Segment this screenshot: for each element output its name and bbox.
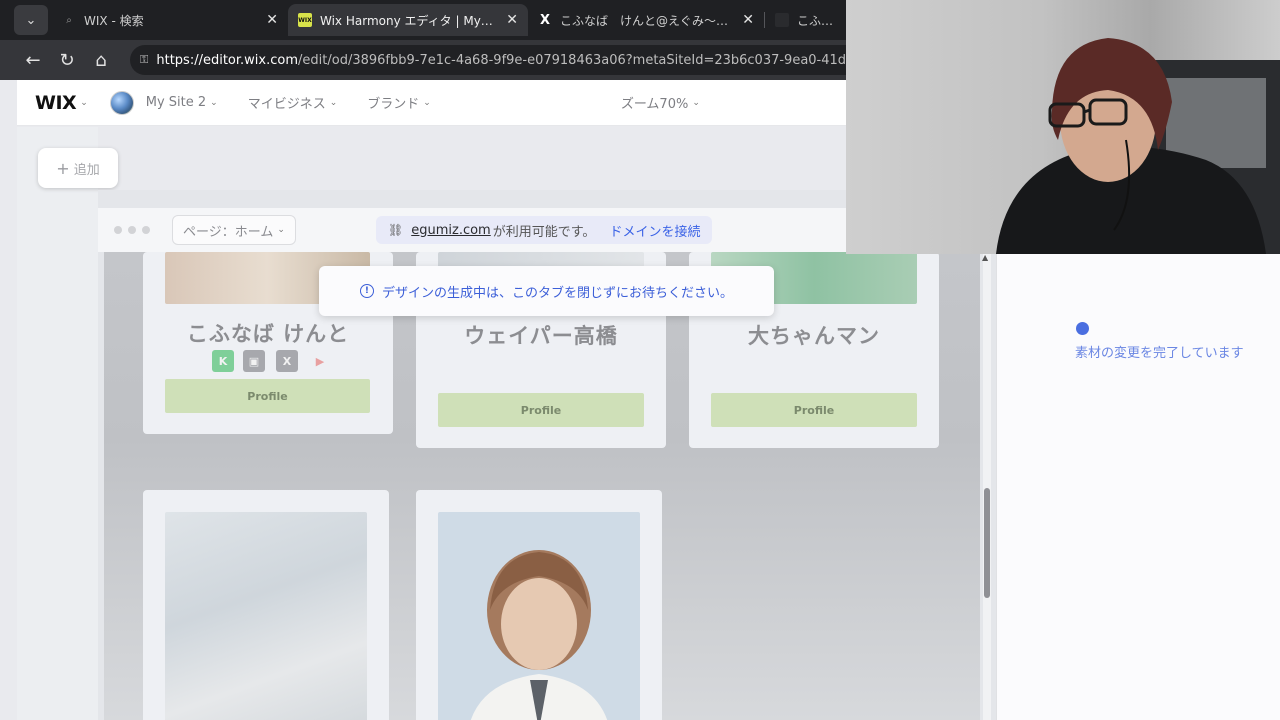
wix-logo[interactable]: WIX — [35, 92, 77, 114]
reload-icon[interactable]: ↻ — [50, 50, 84, 71]
tab-title: WIX - 検索 — [84, 13, 144, 28]
chevron-down-icon: ⌄ — [210, 97, 218, 108]
toast-message: デザインの生成中は、このタブを閉じずにお待ちください。 — [381, 285, 733, 301]
webcam-overlay — [846, 0, 1280, 254]
domain-name[interactable]: egumiz.com — [411, 223, 491, 238]
site-avatar[interactable] — [109, 90, 134, 115]
plus-icon: + — [56, 158, 70, 178]
page-selector[interactable]: ページ：ホーム ⌄ — [172, 215, 296, 245]
window-dots — [114, 226, 150, 234]
link-icon: ⛓ — [388, 223, 404, 237]
site-name-label: My Site 2 — [145, 95, 207, 110]
url-host: https://editor.wix.com — [156, 52, 299, 68]
tab-wix-editor[interactable]: WIX Wix Harmony エディタ | My Site 2 ✕ — [288, 4, 528, 36]
url-path: /edit/od/3896fbb9-7e1c-4a68-9f9e-e079184… — [298, 52, 846, 68]
tab-title: こふなば けんと@えぐみ〜ず（@kofu — [560, 13, 732, 28]
site-preview: こふなば けんと K ▣ X ▶ Profile ウェイパー高橋 Profile… — [104, 252, 980, 720]
scrollbar-thumb[interactable] — [984, 488, 990, 598]
my-business-menu[interactable]: マイビジネス ⌄ — [248, 93, 338, 112]
tab-kofunaba[interactable]: こふなば — [765, 4, 845, 36]
tab-search-menu-button[interactable]: ⌄ — [14, 5, 48, 35]
profile-name: 大ちゃんマン — [748, 324, 880, 348]
portrait-illustration — [470, 550, 608, 720]
generation-toast: ! デザインの生成中は、このタブを閉じずにお待ちください。 — [319, 266, 774, 316]
x-icon: X — [539, 12, 551, 28]
browser-address-bar: ← ↻ ⌂ ⚿ https://editor.wix.com/edit/od/3… — [0, 40, 846, 80]
profile-photo — [438, 512, 640, 720]
chevron-down-icon: ⌄ — [692, 97, 700, 108]
close-icon[interactable]: ✕ — [506, 12, 518, 28]
profile-card — [416, 490, 662, 720]
site-name-menu[interactable]: My Site 2 ⌄ — [146, 95, 218, 110]
profile-card — [143, 490, 389, 720]
page-icon — [775, 13, 789, 27]
profile-name: こふなば けんと — [186, 322, 350, 346]
browser-tab-bar: ⌄ ⌕ WIX - 検索 ✕ WIX Wix Harmony エディタ | My… — [0, 0, 846, 40]
domain-available-text: が利用可能です。 — [492, 224, 596, 240]
domain-banner: ⛓ egumiz.com が利用可能です。 ドメインを接続 — [376, 216, 713, 244]
profile-photo — [165, 512, 367, 720]
url-field[interactable]: ⚿ https://editor.wix.com/edit/od/3896fbb… — [130, 45, 846, 75]
status-message: 素材の変更を完了しています — [1075, 346, 1244, 361]
home-icon[interactable]: ⌂ — [84, 50, 118, 71]
chevron-down-icon: ⌄ — [329, 97, 338, 108]
info-icon: ! — [359, 284, 374, 298]
brand-menu[interactable]: ブランド ⌄ — [367, 93, 431, 112]
youtube-icon[interactable]: ▶ — [309, 350, 331, 372]
tab-wix-search[interactable]: ⌕ WIX - 検索 ✕ — [52, 4, 288, 36]
connect-domain-link[interactable]: ドメインを接続 — [609, 221, 700, 240]
chevron-down-icon: ⌄ — [423, 97, 431, 108]
tab-title: Wix Harmony エディタ | My Site 2 — [320, 13, 496, 28]
x-icon[interactable]: X — [276, 350, 298, 372]
editor-left-rail — [17, 127, 98, 720]
tab-title: こふなば — [797, 13, 835, 28]
page-selector-label: ページ：ホーム — [183, 224, 274, 240]
scroll-up-icon[interactable]: ▲ — [982, 253, 988, 262]
kick-icon[interactable]: K — [212, 350, 234, 372]
chevron-down-icon[interactable]: ⌄ — [80, 98, 88, 108]
profile-button[interactable]: Profile — [165, 379, 370, 413]
close-icon[interactable]: ✕ — [742, 12, 754, 28]
webcam-video — [996, 38, 1280, 254]
wix-icon: WIX — [298, 13, 312, 27]
back-arrow-icon[interactable]: ← — [16, 50, 50, 71]
chevron-down-icon: ⌄ — [25, 12, 37, 28]
chevron-down-icon: ⌄ — [277, 225, 285, 235]
zoom-label: ズーム70% — [620, 97, 689, 112]
site-info-icon[interactable]: ⚿ — [140, 53, 148, 67]
tab-x-profile[interactable]: X こふなば けんと@えぐみ〜ず（@kofu ✕ — [528, 4, 764, 36]
add-label: 追加 — [73, 162, 100, 178]
status-dot-icon — [1076, 322, 1089, 335]
my-business-label: マイビジネス — [247, 97, 326, 112]
editor-header: WIX ⌄ My Site 2 ⌄ マイビジネス ⌄ ブランド ⌄ ズーム70% ⌄ — [17, 80, 846, 126]
profile-button[interactable]: Profile — [438, 393, 644, 427]
profile-name: ウェイパー高橋 — [464, 324, 618, 348]
close-icon[interactable]: ✕ — [266, 12, 278, 28]
ai-status-panel — [996, 254, 1280, 720]
zoom-menu[interactable]: ズーム70% ⌄ — [621, 93, 700, 112]
profile-button[interactable]: Profile — [711, 393, 917, 427]
tv-icon[interactable]: ▣ — [243, 350, 265, 372]
search-icon: ⌕ — [66, 14, 72, 26]
canvas-scrollbar[interactable] — [983, 252, 991, 720]
add-button[interactable]: + 追加 — [38, 148, 118, 188]
brand-label: ブランド — [367, 97, 420, 112]
